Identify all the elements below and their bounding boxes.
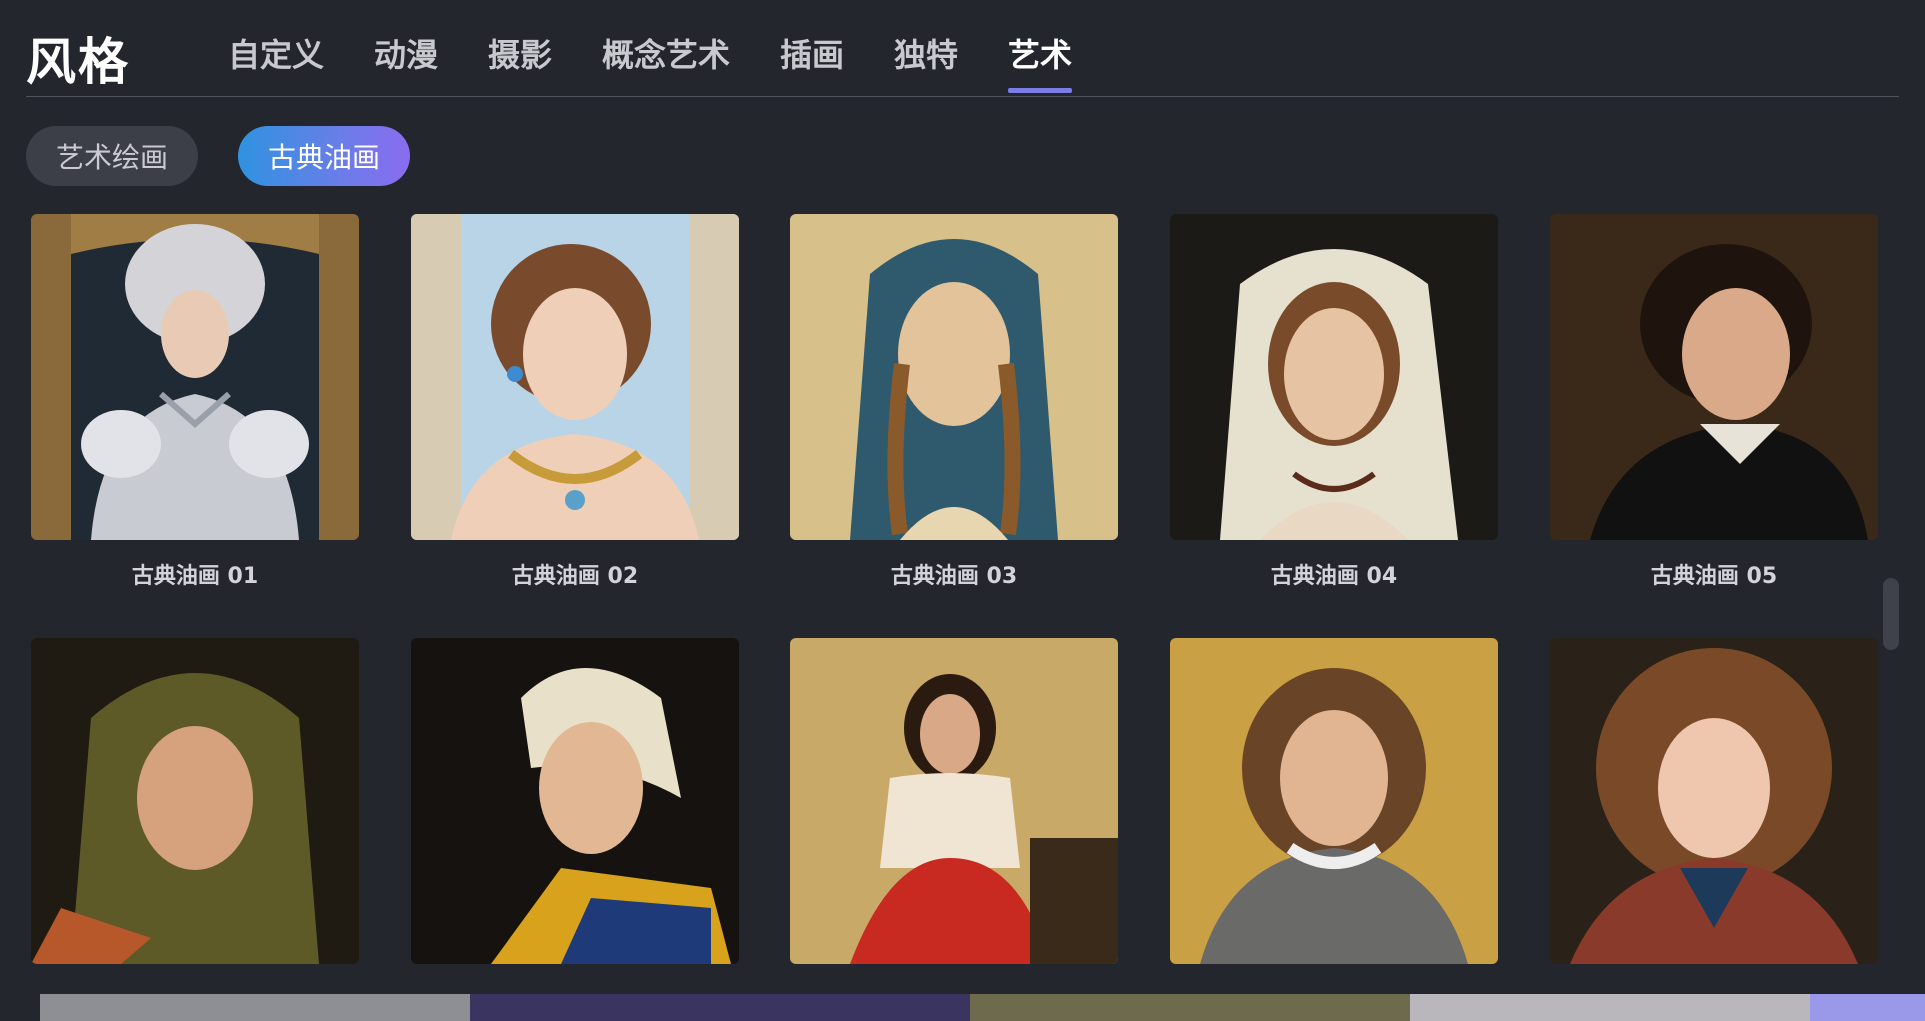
tab-illustration[interactable]: 插画: [780, 30, 844, 76]
portrait-image: [31, 638, 359, 964]
gallery-card[interactable]: [1550, 638, 1878, 964]
portrait-image: [1170, 638, 1498, 964]
portrait-image: [411, 638, 739, 964]
portrait-image: [411, 214, 739, 540]
tab-art[interactable]: 艺术: [1008, 30, 1072, 76]
next-row-preview: [0, 994, 1925, 1021]
card-label: 古典油画 03: [890, 564, 1018, 589]
page-title: 风格: [26, 33, 130, 91]
active-tab-indicator: [1008, 88, 1072, 93]
gallery-card[interactable]: 古典油画 02: [411, 214, 739, 589]
gallery-card[interactable]: [31, 638, 359, 964]
portrait-image: [1550, 638, 1878, 964]
tab-concept-art[interactable]: 概念艺术: [602, 30, 730, 76]
portrait-image: [31, 214, 359, 540]
portrait-image: [790, 214, 1118, 540]
chip-classical-oil-painting[interactable]: 古典油画: [238, 126, 410, 186]
gallery-card[interactable]: [411, 638, 739, 964]
card-label: 古典油画 04: [1270, 564, 1398, 589]
card-label: 古典油画 05: [1650, 564, 1778, 589]
chip-art-painting[interactable]: 艺术绘画: [26, 126, 198, 186]
style-header: 风格 自定义 动漫 摄影 概念艺术 插画 独特 艺术: [26, 0, 1899, 97]
portrait-image: [1170, 214, 1498, 540]
tab-photography[interactable]: 摄影: [488, 30, 552, 76]
card-label: 古典油画 01: [131, 564, 259, 589]
gallery-card[interactable]: [1170, 638, 1498, 964]
portrait-image: [1550, 214, 1878, 540]
card-label: 古典油画 02: [511, 564, 639, 589]
tab-anime[interactable]: 动漫: [374, 30, 438, 76]
gallery-card[interactable]: 古典油画 03: [790, 214, 1118, 589]
portrait-image: [790, 638, 1118, 964]
tab-custom[interactable]: 自定义: [228, 30, 324, 76]
gallery-card[interactable]: 古典油画 04: [1170, 214, 1498, 589]
gallery-card[interactable]: 古典油画 05: [1550, 214, 1878, 589]
gallery-card[interactable]: 古典油画 01: [31, 214, 359, 589]
tab-unique[interactable]: 独特: [894, 30, 958, 76]
scrollbar-thumb[interactable]: [1883, 578, 1899, 650]
gallery-card[interactable]: [790, 638, 1118, 964]
